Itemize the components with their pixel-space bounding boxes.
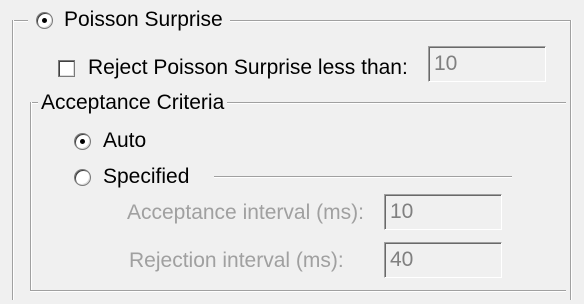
auto-radio[interactable]: Auto <box>74 127 150 155</box>
radio-dot-icon <box>80 138 85 144</box>
acceptance-criteria-label: Acceptance Criteria <box>38 91 228 115</box>
acceptance-border-bottom <box>30 290 566 292</box>
specified-radio[interactable]: Specified <box>74 163 193 191</box>
reject-poisson-checkbox[interactable]: Reject Poisson Surprise less than: <box>58 54 411 82</box>
radio-dot-icon <box>42 17 47 23</box>
rejection-interval-label: Rejection interval (ms): <box>126 249 347 273</box>
acceptance-interval-label: Acceptance interval (ms): <box>124 201 367 225</box>
reject-threshold-field[interactable]: 10 <box>428 46 546 82</box>
poisson-surprise-radio[interactable]: Poisson Surprise <box>28 6 230 34</box>
specified-label: Specified <box>100 165 193 189</box>
group-border-left <box>12 20 14 300</box>
poisson-surprise-label: Poisson Surprise <box>61 8 226 32</box>
specified-separator <box>214 176 512 178</box>
radio-icon[interactable] <box>74 132 91 150</box>
reject-poisson-label: Reject Poisson Surprise less than: <box>85 56 411 80</box>
acceptance-border-left <box>30 102 32 292</box>
checkbox-icon[interactable] <box>58 59 75 77</box>
auto-label: Auto <box>100 129 150 153</box>
rejection-interval-field[interactable]: 40 <box>384 242 502 278</box>
radio-icon[interactable] <box>36 11 53 29</box>
group-border-right <box>570 20 572 300</box>
acceptance-interval-field[interactable]: 10 <box>384 194 502 230</box>
radio-icon[interactable] <box>74 168 91 186</box>
